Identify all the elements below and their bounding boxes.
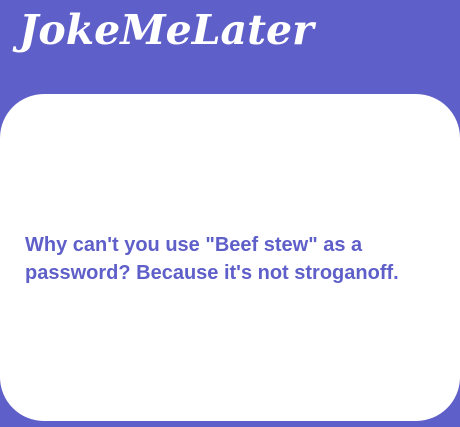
app-title: JokeMeLater: [19, 6, 314, 54]
app-header: JokeMeLater: [0, 0, 460, 94]
joke-card: Why can't you use "Beef stew" as a passw…: [0, 94, 460, 421]
joke-text: Why can't you use "Beef stew" as a passw…: [25, 234, 399, 284]
